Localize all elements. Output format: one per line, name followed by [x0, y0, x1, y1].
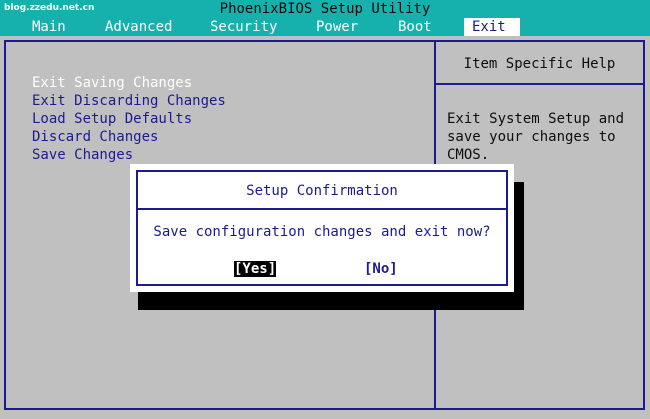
- tab-security[interactable]: Security: [202, 18, 285, 36]
- help-text: Exit System Setup and save your changes …: [447, 110, 637, 164]
- title-bar: blog.zzedu.net.cn PhoenixBIOS Setup Util…: [0, 0, 650, 18]
- setup-confirmation-dialog: Setup Confirmation Save configuration ch…: [130, 164, 514, 292]
- no-button[interactable]: [No]: [364, 260, 398, 278]
- dialog-title: Setup Confirmation: [246, 183, 398, 199]
- help-title-divider: [436, 83, 643, 85]
- tab-power[interactable]: Power: [308, 18, 366, 36]
- save-changes-item[interactable]: Save Changes: [32, 146, 226, 164]
- app-title: PhoenixBIOS Setup Utility: [219, 1, 431, 17]
- dialog-separator: [138, 208, 506, 210]
- tab-main[interactable]: Main: [24, 18, 74, 36]
- yes-button-label[interactable]: [Yes]: [234, 261, 277, 277]
- yes-button[interactable]: [Yes]: [234, 260, 277, 278]
- dialog-frame: Setup Confirmation Save configuration ch…: [136, 170, 508, 286]
- menu-bar: Main Advanced Security Power Boot Exit: [0, 18, 650, 36]
- tab-exit[interactable]: Exit: [464, 18, 520, 36]
- exit-options-list: Exit Saving Changes Exit Discarding Chan…: [32, 74, 226, 164]
- exit-saving-changes-item[interactable]: Exit Saving Changes: [32, 74, 226, 92]
- exit-discarding-changes-item[interactable]: Exit Discarding Changes: [32, 92, 226, 110]
- dialog-message: Save configuration changes and exit now?: [153, 224, 491, 240]
- help-title: Item Specific Help: [463, 56, 616, 72]
- help-line: CMOS.: [447, 147, 490, 163]
- tab-advanced[interactable]: Advanced: [97, 18, 180, 36]
- bottom-strip: [0, 410, 650, 419]
- help-line: save your changes to: [447, 129, 616, 145]
- help-line: Exit System Setup and: [447, 111, 625, 127]
- load-setup-defaults-item[interactable]: Load Setup Defaults: [32, 110, 226, 128]
- discard-changes-item[interactable]: Discard Changes: [32, 128, 226, 146]
- tab-boot[interactable]: Boot: [390, 18, 440, 36]
